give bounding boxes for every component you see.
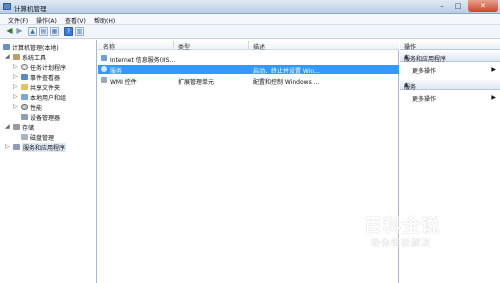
title-bar: 计算机管理 – □ ✕ [0, 0, 500, 14]
minimize-button[interactable]: – [434, 0, 450, 12]
up-folder-icon[interactable]: ▲ [28, 27, 37, 36]
column-divider [248, 41, 249, 49]
column-description[interactable]: 描述 [253, 42, 265, 51]
column-divider [173, 41, 174, 49]
menu-file[interactable]: 文件(F) [8, 16, 28, 25]
list-item-wmi[interactable]: WMI 控件 扩展管理单元 配置和控制 Windows ... [98, 76, 399, 86]
list-item-services[interactable]: 服务 启动、终止并设置 Win... [98, 65, 399, 75]
list-item-iis[interactable]: Internet 信息服务(IIS... [98, 54, 399, 64]
menu-bar: 文件(F) 操作(A) 查看(V) 帮助(H) [0, 14, 500, 25]
close-button[interactable]: ✕ [468, 0, 498, 12]
clock-icon [21, 64, 28, 70]
expand-icon[interactable]: ▷ [13, 73, 19, 80]
column-name[interactable]: 名称 [103, 42, 115, 51]
submenu-arrow-icon: ▶ [491, 66, 496, 73]
collapse-icon[interactable]: ◢ [5, 123, 11, 130]
results-pane: 名称 类型 描述 Internet 信息服务(IIS... 服务 启动、终止并设… [98, 40, 399, 283]
more-actions-label: 更多操作 [412, 68, 437, 75]
iis-icon [101, 55, 107, 61]
list-header: 名称 类型 描述 [98, 40, 399, 51]
services-icon [101, 66, 107, 72]
actions-section-services[interactable]: 服务 ▲ [400, 80, 500, 91]
expand-icon[interactable]: ▷ [5, 143, 11, 150]
export-list-icon[interactable]: ▦ [50, 27, 59, 36]
performance-icon [21, 104, 28, 110]
event-viewer-icon [21, 74, 28, 80]
row-name: 服务 [110, 68, 123, 75]
expand-icon[interactable]: ▷ [13, 103, 19, 110]
users-icon [21, 94, 28, 100]
expand-icon[interactable]: ▷ [13, 63, 19, 70]
row-name: Internet 信息服务(IIS... [110, 57, 176, 64]
more-actions-label: 更多操作 [412, 96, 437, 103]
actions-title: 操作 [404, 44, 417, 51]
device-manager-icon [21, 114, 28, 120]
computer-icon [3, 44, 10, 50]
row-type: 扩展管理单元 [178, 79, 215, 86]
menu-view[interactable]: 查看(V) [65, 16, 86, 25]
disk-icon [21, 134, 28, 140]
column-type[interactable]: 类型 [178, 42, 190, 51]
window-title: 计算机管理 [14, 5, 47, 13]
show-tree-icon[interactable]: ▤ [39, 27, 48, 36]
storage-icon [13, 124, 20, 130]
watermark-brand: 百科全说 [364, 216, 440, 237]
actions-header: 操作 [400, 40, 500, 51]
submenu-arrow-icon: ▶ [491, 94, 496, 101]
forward-icon[interactable]: ▶ [15, 27, 24, 36]
computer-management-icon [3, 3, 11, 10]
menu-action[interactable]: 操作(A) [36, 16, 57, 25]
expand-icon[interactable]: ▷ [13, 93, 19, 100]
collapse-up-icon[interactable]: ▲ [404, 81, 497, 88]
tools-icon [13, 54, 20, 60]
back-icon[interactable]: ◀ [5, 27, 14, 36]
maximize-button[interactable]: □ [450, 0, 466, 12]
menu-help[interactable]: 帮助(H) [94, 16, 115, 25]
row-description: 配置和控制 Windows ... [253, 79, 320, 86]
more-actions-item[interactable]: 更多操作 ▶ [400, 93, 500, 103]
expand-icon[interactable]: ▷ [13, 83, 19, 90]
collapse-up-icon[interactable]: ▲ [404, 53, 497, 60]
collapse-icon[interactable]: ◢ [5, 53, 11, 60]
toolbar: ◀ ▶ ▲ ▤ ▦ ? ▥ [0, 25, 500, 39]
console-tree-pane: 计算机管理(本地) ◢ 系统工具 ▷ 任务计划程序 ▷ 事件查看器 ▷ 共享文件… [0, 40, 97, 283]
watermark-tagline: 助你轻松解决 [371, 239, 432, 249]
more-actions-item[interactable]: 更多操作 ▶ [400, 65, 500, 75]
services-apps-icon [13, 144, 20, 150]
help-icon[interactable]: ? [64, 27, 73, 36]
row-name: WMI 控件 [110, 79, 137, 86]
shared-folder-icon [21, 84, 28, 90]
show-action-pane-icon[interactable]: ▥ [75, 27, 84, 36]
row-description: 启动、终止并设置 Win... [253, 68, 320, 75]
wmi-icon [101, 77, 107, 83]
actions-section-services-apps[interactable]: 服务和应用程序 ▲ [400, 52, 500, 63]
